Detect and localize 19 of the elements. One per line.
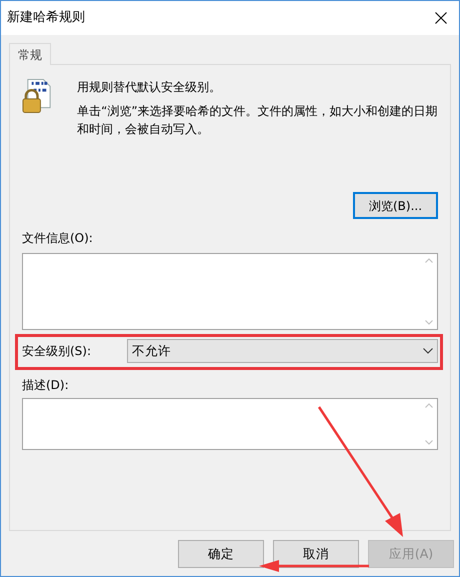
file-info-field[interactable] [22, 253, 438, 330]
file-lock-icon [22, 78, 52, 114]
scroll-down-icon[interactable] [425, 440, 433, 445]
window-title: 新建哈希规则 [7, 9, 85, 28]
file-info-label: 文件信息(O): [22, 230, 94, 247]
close-icon[interactable] [435, 12, 447, 24]
dialog-button[interactable]: 确定 [178, 540, 264, 568]
scroll-down-icon[interactable] [425, 320, 433, 325]
scroll-up-icon[interactable] [425, 258, 433, 263]
security-level-label: 安全级别(S): [22, 343, 92, 360]
intro-heading: 用规则替代默认安全级别。 [77, 79, 222, 96]
intro-text: 单击“浏览”来选择要哈希的文件。文件的属性，如大小和创建的日期和时间，会被自动写入。 [77, 103, 438, 138]
chevron-down-icon [423, 348, 433, 354]
browse-button[interactable]: 浏览(B)... [353, 192, 438, 219]
description-field[interactable] [22, 398, 438, 450]
security-level-dropdown[interactable]: 不允许 [127, 339, 438, 363]
scroll-up-icon[interactable] [425, 403, 433, 408]
tab[interactable]: 常规 [9, 43, 51, 65]
description-label: 描述(D): [22, 377, 70, 394]
